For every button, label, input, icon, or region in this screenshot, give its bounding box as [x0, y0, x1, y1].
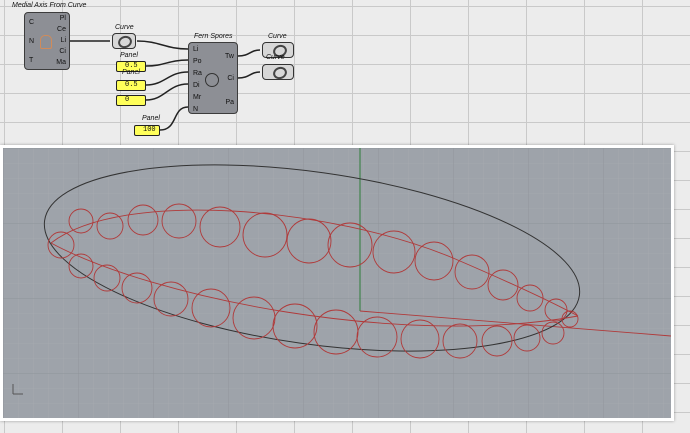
panel-2-title: Panel [122, 69, 140, 76]
medial-axis-output-ma[interactable]: Ma [56, 59, 66, 67]
medial-axis-output-pl[interactable]: Pl [60, 15, 66, 23]
fern-spores-output-tw[interactable]: Tw [225, 53, 234, 61]
medial-axis-input-t[interactable]: T [29, 57, 33, 65]
curve-param-3-title: Curve [266, 54, 285, 61]
curve-param-3[interactable] [262, 64, 294, 82]
medial-axis-output-ce[interactable]: Ce [57, 26, 66, 34]
panel-2[interactable]: 0.5 [116, 80, 146, 91]
fern-spores-icon [205, 73, 219, 87]
panel-4[interactable]: 100 [134, 125, 160, 136]
fern-spores-component[interactable]: Li Po Ra Di Mr N Tw Ci Pa [188, 42, 238, 114]
panel-3[interactable]: 0 [116, 95, 146, 106]
fern-spores-input-mr[interactable]: Mr [193, 94, 201, 102]
curve-param-1-title: Curve [115, 24, 134, 31]
rhino-viewport[interactable] [0, 145, 674, 421]
viewport-scene [3, 148, 671, 418]
fern-spores-input-po[interactable]: Po [193, 58, 202, 66]
medial-axis-component[interactable]: C N T Pl Ce Li Ci Ma [24, 12, 70, 70]
fern-spores-output-ci[interactable]: Ci [227, 75, 234, 83]
panel-1-title: Panel [120, 52, 138, 59]
fern-spores-input-di[interactable]: Di [193, 82, 200, 90]
medial-axis-title: Medial Axis From Curve [12, 2, 87, 9]
curve-param-1[interactable] [112, 33, 136, 51]
canvas-wires [70, 40, 261, 131]
viewport-grid [3, 148, 671, 418]
medial-axis-input-c[interactable]: C [29, 19, 34, 27]
curve-param-icon [271, 64, 289, 82]
medial-axis-input-n[interactable]: N [29, 38, 34, 46]
medial-axis-icon [40, 35, 52, 49]
fern-spores-input-ra[interactable]: Ra [193, 70, 202, 78]
fern-spores-input-li[interactable]: Li [193, 46, 198, 54]
medial-axis-output-li[interactable]: Li [61, 37, 66, 45]
medial-axis-output-ci[interactable]: Ci [59, 48, 66, 56]
panel-4-title: Panel [142, 115, 160, 122]
curve-param-2-title: Curve [268, 33, 287, 40]
fern-spores-title: Fern Spores [194, 33, 233, 40]
curve-param-icon [116, 33, 134, 51]
fern-spores-input-n[interactable]: N [193, 106, 198, 114]
fern-spores-output-pa[interactable]: Pa [225, 99, 234, 107]
